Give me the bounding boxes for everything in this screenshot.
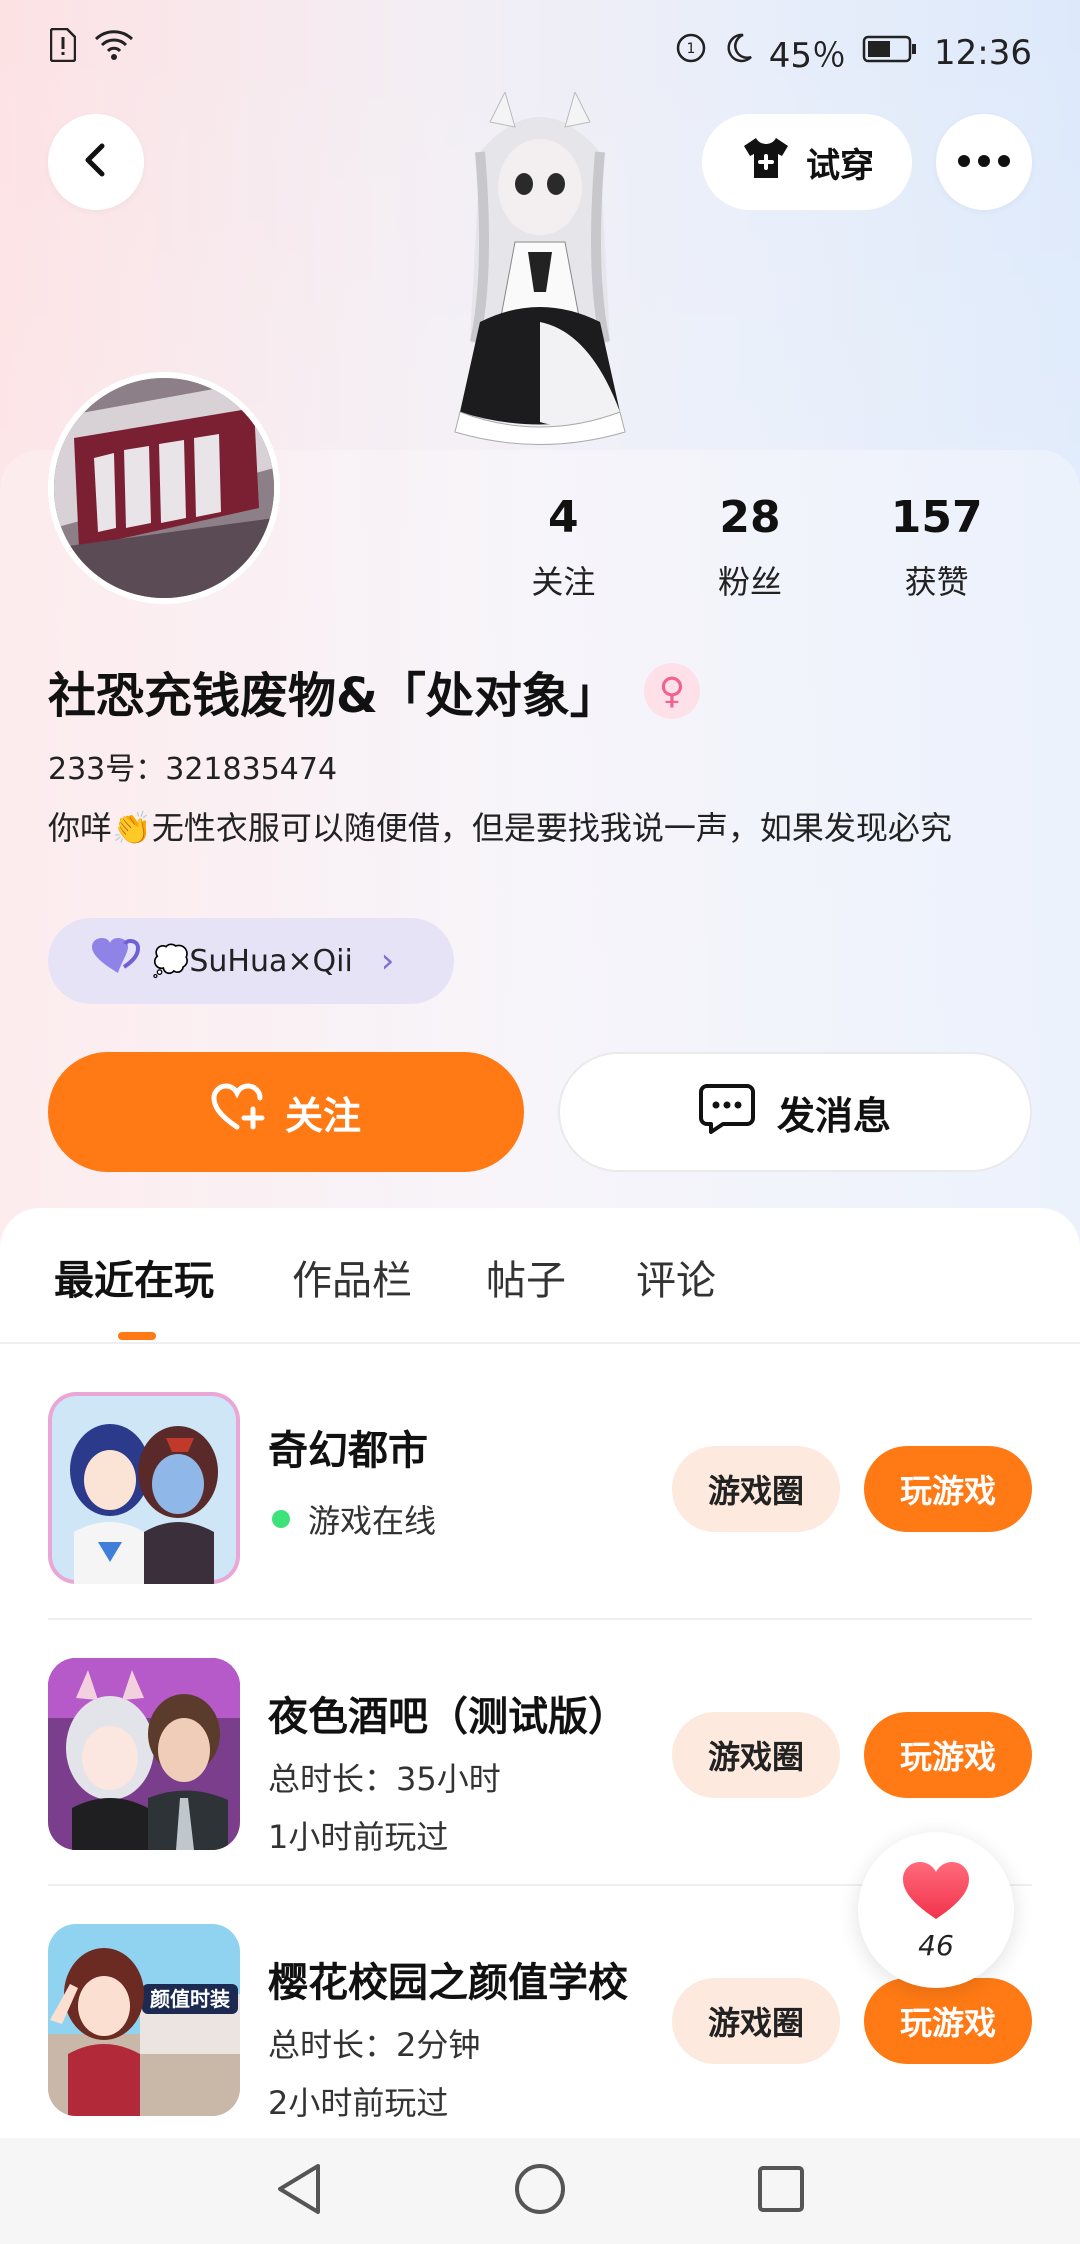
play-game-button[interactable]: 玩游戏: [864, 1446, 1032, 1532]
game-row[interactable]: 奇幻都市 游戏在线 游戏圈 玩游戏: [48, 1392, 1032, 1588]
like-count: 46: [918, 1928, 954, 1962]
content-panel: 最近在玩 作品栏 帖子 评论 奇幻都市 游戏在线 游戏圈 玩游戏 夜色酒吧（测试…: [0, 1208, 1080, 2244]
online-status-label: 游戏在线: [308, 1502, 437, 1540]
stat-label: 粉丝: [718, 563, 783, 601]
nickname-text: 社恐充钱废物&「处对象」: [48, 668, 618, 724]
svg-text:1: 1: [686, 41, 695, 57]
online-dot-icon: [272, 1510, 290, 1528]
stat-value: 4: [548, 492, 579, 543]
game-circle-button[interactable]: 游戏圈: [672, 1978, 840, 2064]
game-info: 奇幻都市 游戏在线: [268, 1418, 708, 1542]
game-info: 夜色酒吧（测试版） 总时长：35小时 1小时前玩过: [268, 1684, 708, 1858]
stat-label: 获赞: [904, 563, 969, 601]
profile-tabs: 最近在玩 作品栏 帖子 评论: [0, 1248, 1080, 1348]
try-on-button[interactable]: 试穿: [702, 114, 912, 210]
back-button[interactable]: [48, 114, 144, 210]
play-game-button[interactable]: 玩游戏: [864, 1712, 1032, 1798]
game-thumbnail-text: 颜值时装: [150, 1987, 230, 2011]
try-on-label: 试穿: [806, 145, 874, 186]
like-floating-button[interactable]: 46: [858, 1832, 1014, 1988]
game-last-played: 2小时前玩过: [268, 2084, 449, 2122]
system-navigation-bar: [0, 2138, 1080, 2244]
bio: 你咩👏无性衣服可以随便借，但是要找我说一声，如果发现必究: [48, 809, 952, 847]
stat-value: 28: [719, 492, 781, 543]
nav-recents-icon[interactable]: [756, 2164, 806, 2218]
game-total-time: 总时长：35小时: [268, 1760, 501, 1798]
nickname: 社恐充钱废物&「处对象」 ♀: [48, 656, 700, 726]
follow-button[interactable]: 关注: [48, 1052, 524, 1172]
status-bar: 1 45％ 12:36: [0, 0, 1080, 96]
stat-followers[interactable]: 28 粉丝: [657, 492, 844, 603]
dual-sim-icon: 1: [675, 32, 707, 73]
game-title: 夜色酒吧（测试版）: [268, 1694, 628, 1740]
tab-active-indicator: [118, 1332, 156, 1340]
play-game-button[interactable]: 玩游戏: [864, 1978, 1032, 2064]
divider: [48, 1618, 1032, 1620]
chevron-left-icon: [76, 140, 116, 184]
stat-label: 关注: [531, 563, 596, 601]
couple-chip[interactable]: 💭SuHua×Qii ›: [48, 918, 454, 1004]
game-thumbnail[interactable]: [48, 1392, 240, 1584]
heart-icon: [900, 1859, 972, 1927]
female-gender-icon: ♀: [643, 663, 700, 719]
nav-back-icon[interactable]: [274, 2162, 324, 2220]
game-title: 樱花校园之颜值学校: [268, 1960, 628, 2006]
game-circle-button[interactable]: 游戏圈: [672, 1712, 840, 1798]
shirt-icon: [740, 134, 792, 191]
profile-stats: 4 关注 28 粉丝 157 获赞: [470, 492, 1030, 603]
user-id[interactable]: 233号：321835474: [48, 744, 337, 788]
more-options-button[interactable]: [936, 114, 1032, 210]
follow-label: 关注: [284, 1093, 361, 1138]
more-dots-icon: [956, 153, 1012, 172]
tab-works[interactable]: 作品栏: [292, 1248, 412, 1306]
chevron-right-icon: ›: [380, 941, 395, 981]
send-message-button[interactable]: 发消息: [558, 1052, 1032, 1172]
heart-plus-icon: [211, 1082, 267, 1142]
double-heart-icon: [88, 937, 141, 985]
game-thumbnail[interactable]: 颜值时装: [48, 1924, 240, 2116]
battery-icon: [862, 33, 918, 73]
game-thumbnail[interactable]: [48, 1658, 240, 1850]
nav-home-icon[interactable]: [513, 2162, 567, 2220]
chat-bubble-icon: [698, 1082, 755, 1143]
wifi-icon: [94, 29, 134, 65]
couple-chip-label: 💭SuHua×Qii: [152, 943, 353, 979]
avatar-character-figure[interactable]: [420, 90, 660, 452]
stat-following[interactable]: 4 关注: [470, 492, 657, 603]
game-circle-button[interactable]: 游戏圈: [672, 1446, 840, 1532]
game-last-played: 1小时前玩过: [268, 1818, 449, 1856]
avatar[interactable]: [48, 372, 280, 604]
tab-recently-played[interactable]: 最近在玩: [54, 1248, 214, 1306]
stat-value: 157: [890, 492, 983, 543]
game-info: 樱花校园之颜值学校 总时长：2分钟 2小时前玩过: [268, 1950, 708, 2124]
stat-likes[interactable]: 157 获赞: [843, 492, 1030, 603]
game-title: 奇幻都市: [268, 1428, 428, 1474]
online-status: 游戏在线: [268, 1496, 708, 1542]
moon-icon: [723, 32, 753, 73]
tab-posts[interactable]: 帖子: [486, 1248, 566, 1306]
sim-alert-icon: [49, 27, 77, 66]
clock: 12:36: [934, 32, 1032, 73]
send-message-label: 发消息: [776, 1093, 891, 1138]
game-total-time: 总时长：2分钟: [268, 2026, 481, 2064]
tab-comments[interactable]: 评论: [636, 1248, 716, 1306]
divider: [0, 1342, 1080, 1344]
battery-percent: 45％: [768, 36, 847, 76]
game-row[interactable]: 夜色酒吧（测试版） 总时长：35小时 1小时前玩过 游戏圈 玩游戏: [48, 1658, 1032, 1856]
